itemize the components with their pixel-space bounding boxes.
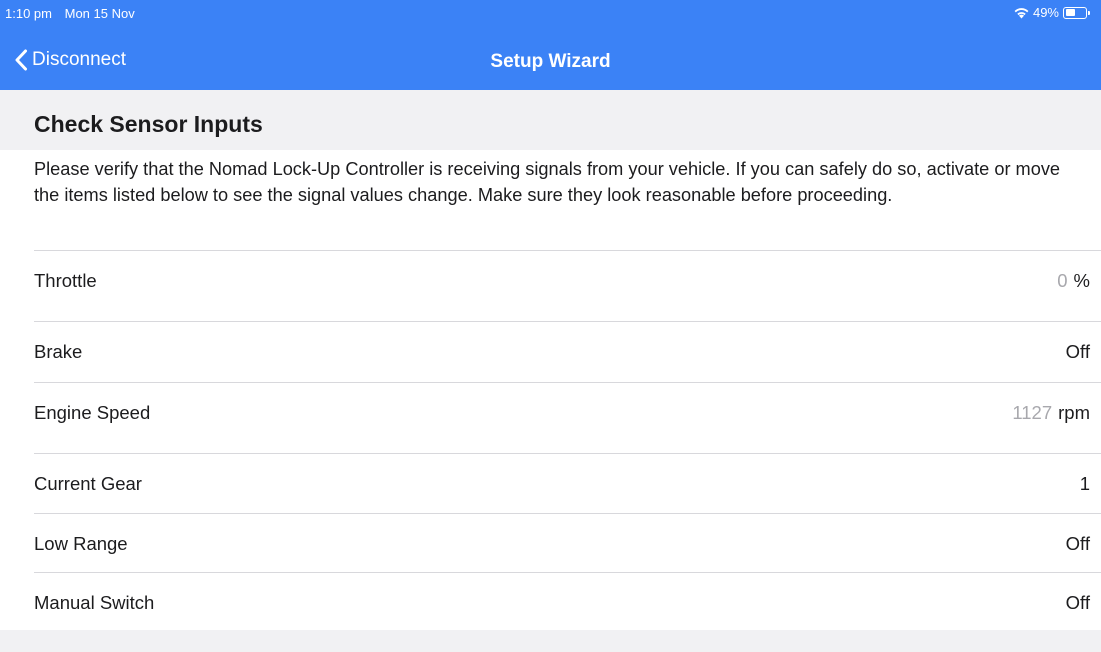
sensor-unit: % [1073, 270, 1090, 291]
sensor-unit: rpm [1058, 402, 1090, 423]
sensor-label: Throttle [34, 270, 97, 291]
sensor-unit: Off [1065, 533, 1090, 554]
sensor-row-brake: Brake Off [34, 321, 1101, 381]
sensor-value: 1127 rpm [1012, 383, 1090, 442]
page-title: Setup Wizard [490, 51, 611, 72]
sensor-row-engine-speed: Engine Speed 1127 rpm [34, 382, 1101, 442]
sensor-label: Brake [34, 341, 83, 362]
sensor-value: Off [1066, 573, 1090, 632]
battery-icon [1063, 6, 1090, 19]
sensor-row-manual-switch: Manual Switch Off [34, 572, 1101, 632]
sensor-number: 0 [1057, 270, 1068, 291]
sensor-value: Off [1066, 514, 1090, 573]
section-title: Check Sensor Inputs [34, 111, 263, 137]
battery-fill [1065, 9, 1075, 16]
sensor-number: 1127 [1012, 402, 1053, 423]
sensor-label: Manual Switch [34, 592, 155, 613]
wifi-icon [1014, 8, 1029, 19]
sensor-row-current-gear: Current Gear 1 [34, 453, 1101, 513]
sensor-row-low-range: Low Range Off [34, 513, 1101, 573]
sensor-label: Current Gear [34, 473, 142, 494]
status-time: 1:10 pm [5, 6, 52, 21]
status-date: Mon 15 Nov [64, 6, 135, 21]
status-time-date: 1:10 pm Mon 15 Nov [5, 6, 135, 21]
sensor-row-throttle: Throttle 0% [34, 250, 1101, 310]
section-description: Please verify that the Nomad Lock-Up Con… [34, 159, 1061, 205]
sensor-unit: Off [1065, 341, 1090, 362]
sensor-label: Low Range [34, 533, 128, 554]
navigation-bar: Disconnect Setup Wizard [0, 42, 1101, 82]
sensor-panel: Please verify that the Nomad Lock-Up Con… [0, 150, 1101, 630]
sensor-label: Engine Speed [34, 402, 151, 423]
top-bar: 1:10 pm Mon 15 Nov 49% Disconnect Setup … [0, 0, 1101, 90]
sensor-unit: Off [1065, 592, 1090, 613]
status-indicators: 49% [1013, 5, 1090, 20]
status-bar: 1:10 pm Mon 15 Nov 49% [0, 0, 1101, 28]
sensor-value: Off [1066, 322, 1090, 381]
battery-percent: 49% [1032, 5, 1059, 20]
sensor-value: 0% [1057, 251, 1090, 310]
sensor-unit: 1 [1079, 473, 1090, 494]
sensor-value: 1 [1080, 454, 1090, 513]
